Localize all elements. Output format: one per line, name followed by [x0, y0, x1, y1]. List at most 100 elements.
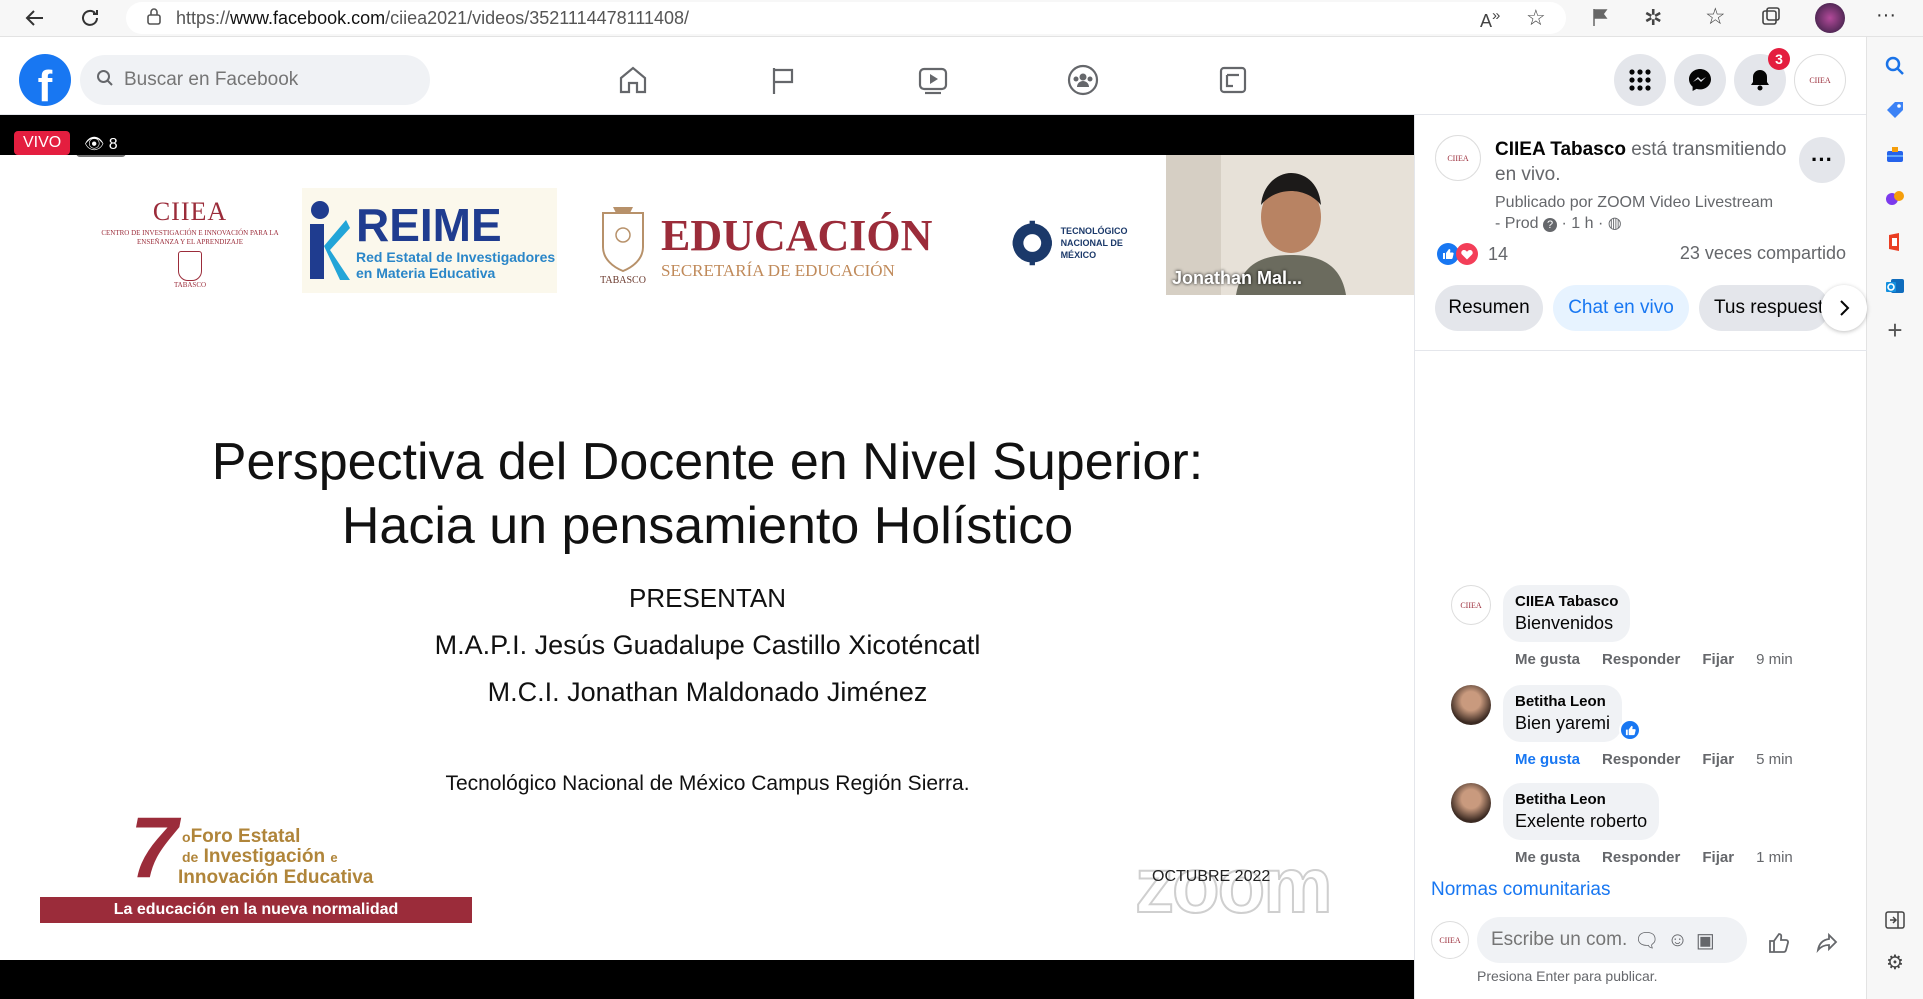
search-icon[interactable] — [1880, 51, 1910, 81]
account-avatar[interactable]: CIIEA — [1794, 54, 1846, 106]
sticker-icon[interactable]: 🗨 — [1634, 928, 1659, 953]
tools-icon[interactable] — [1880, 139, 1910, 169]
sidebar-toggle-icon[interactable] — [1880, 905, 1910, 935]
community-standards-link[interactable]: Normas comunitarias — [1431, 879, 1611, 901]
emoji-icon[interactable]: ☺ — [1667, 929, 1687, 952]
presenter-camera-tile[interactable]: Jonathan Mal... — [1166, 155, 1414, 295]
more-menu-icon[interactable]: ··· — [1876, 4, 1896, 27]
read-aloud-icon[interactable]: A» — [1480, 7, 1500, 32]
share-count[interactable]: 23 veces compartido — [1680, 243, 1846, 264]
commenter-name[interactable]: CIIEA Tabasco — [1515, 593, 1618, 610]
tab-resumen[interactable]: Resumen — [1435, 285, 1543, 331]
pages-flag-icon[interactable] — [760, 57, 806, 103]
favorites-icon[interactable]: ☆ — [1705, 3, 1726, 30]
url-text: https://www.facebook.com/ciiea2021/video… — [176, 7, 690, 28]
presenter-one: M.A.P.I. Jesús Guadalupe Castillo Xicoté… — [434, 630, 981, 660]
notifications-button[interactable]: 3 — [1734, 48, 1790, 106]
like-button[interactable] — [1759, 923, 1799, 963]
like-comment-link[interactable]: Me gusta — [1515, 849, 1580, 866]
games-icon[interactable] — [1880, 183, 1910, 213]
profile-avatar[interactable] — [1815, 3, 1845, 33]
facebook-search[interactable] — [80, 55, 430, 105]
flag-icon[interactable] — [1590, 6, 1612, 33]
home-icon[interactable] — [610, 57, 656, 103]
reply-link[interactable]: Responder — [1602, 751, 1680, 768]
more-options-button[interactable]: ··· — [1799, 137, 1845, 183]
share-button[interactable] — [1807, 923, 1847, 963]
refresh-icon[interactable] — [73, 1, 107, 35]
eye-icon: 👁 — [84, 136, 105, 153]
favorite-star-icon[interactable]: ☆ — [1526, 5, 1546, 31]
back-icon[interactable] — [18, 1, 52, 35]
reply-link[interactable]: Responder — [1602, 849, 1680, 866]
reime-logo: REIME Red Estatal de Investigadores en M… — [302, 188, 557, 293]
search-input[interactable] — [124, 69, 404, 91]
help-icon[interactable]: ? — [1543, 218, 1558, 232]
composer-avatar: CIIEA — [1431, 921, 1469, 959]
facebook-header: f 3 CIIEA — [0, 37, 1866, 115]
facebook-logo[interactable]: f — [19, 54, 71, 106]
like-comment-link[interactable]: Me gusta — [1515, 751, 1580, 768]
comment-item: Betitha Leon Exelente roberto Me gusta R… — [1435, 783, 1855, 873]
composer-hint: Presiona Enter para publicar. — [1477, 968, 1658, 984]
viewer-count: 👁 8 — [76, 131, 126, 157]
comment-text: Exelente roberto — [1515, 811, 1648, 831]
tabs-next-button[interactable] — [1821, 285, 1867, 331]
reply-link[interactable]: Responder — [1602, 651, 1680, 668]
shield-icon — [178, 251, 202, 281]
share-arrow-icon — [1816, 932, 1838, 954]
slide-date: OCTUBRE 2022 — [1152, 868, 1271, 885]
add-icon[interactable]: + — [1880, 315, 1910, 345]
gif-icon[interactable]: ▣ — [1696, 928, 1715, 953]
tecnm-gear-icon — [1012, 220, 1052, 266]
comment-time[interactable]: 1 min — [1756, 849, 1793, 866]
watch-video-icon[interactable] — [910, 57, 956, 103]
office-icon[interactable] — [1880, 227, 1910, 257]
page-avatar[interactable]: CIIEA — [1435, 135, 1481, 181]
reactions-summary[interactable]: 14 — [1437, 243, 1508, 265]
shopping-tag-icon[interactable] — [1880, 95, 1910, 125]
tab-tus-respuestas[interactable]: Tus respuesta — [1699, 285, 1829, 331]
reaction-count: 14 — [1488, 243, 1509, 264]
comment-actions: Me gusta Responder Fijar 1 min — [1515, 849, 1793, 866]
messenger-button[interactable] — [1674, 54, 1726, 106]
comment-input[interactable] — [1491, 929, 1626, 951]
tabasco-crest-icon — [602, 207, 644, 273]
panel-divider — [1415, 350, 1867, 351]
commenter-avatar[interactable] — [1451, 783, 1491, 823]
extensions-icon[interactable]: ✲ — [1644, 5, 1662, 31]
like-comment-link[interactable]: Me gusta — [1515, 651, 1580, 668]
pin-link[interactable]: Fijar — [1702, 751, 1734, 768]
page-name-link[interactable]: CIIEA Tabasco — [1495, 139, 1626, 160]
video-side-panel: CIIEA CIIEA Tabasco está transmitiendo e… — [1414, 115, 1867, 999]
address-bar[interactable]: https://www.facebook.com/ciiea2021/video… — [126, 2, 1566, 34]
pin-link[interactable]: Fijar — [1702, 651, 1734, 668]
comment-text: Bien yaremi — [1515, 713, 1611, 733]
comment-actions: Me gusta Responder Fijar 5 min — [1515, 751, 1793, 768]
thumbs-up-icon — [1769, 933, 1789, 953]
commenter-name[interactable]: Betitha Leon — [1515, 693, 1610, 710]
gaming-icon[interactable] — [1210, 57, 1256, 103]
educacion-tabasco-logo: TABASCO EDUCACIÓN SECRETARÍA DE EDUCACIÓ… — [593, 198, 953, 293]
comment-item: Betitha Leon Bien yaremi Me gusta Respon… — [1435, 685, 1855, 775]
menu-grid-button[interactable] — [1614, 54, 1666, 106]
tab-chat-en-vivo[interactable]: Chat en vivo — [1553, 285, 1689, 331]
browser-toolbar: https://www.facebook.com/ciiea2021/video… — [0, 0, 1923, 37]
commenter-avatar[interactable] — [1451, 685, 1491, 725]
groups-icon[interactable] — [1060, 57, 1106, 103]
pin-link[interactable]: Fijar — [1702, 849, 1734, 866]
live-badge: VIVO — [14, 131, 71, 155]
comment-time[interactable]: 5 min — [1756, 751, 1793, 768]
comment-time[interactable]: 9 min — [1756, 651, 1793, 668]
settings-gear-icon[interactable]: ⚙ — [1880, 947, 1910, 977]
comment-composer[interactable]: 🗨 ☺ ▣ — [1477, 917, 1747, 963]
comment-bubble: Betitha Leon Bien yaremi — [1503, 685, 1623, 742]
collections-icon[interactable] — [1760, 5, 1782, 32]
chevron-right-icon — [1840, 300, 1850, 316]
outlook-icon[interactable] — [1880, 271, 1910, 301]
comment-text: Bienvenidos — [1515, 613, 1614, 633]
post-header: CIIEA Tabasco está transmitiendo en vivo… — [1495, 139, 1787, 185]
comment-item: CIIEA CIIEA Tabasco Bienvenidos Me gusta… — [1435, 585, 1855, 675]
commenter-name[interactable]: Betitha Leon — [1515, 791, 1647, 808]
commenter-avatar[interactable]: CIIEA — [1451, 585, 1491, 625]
